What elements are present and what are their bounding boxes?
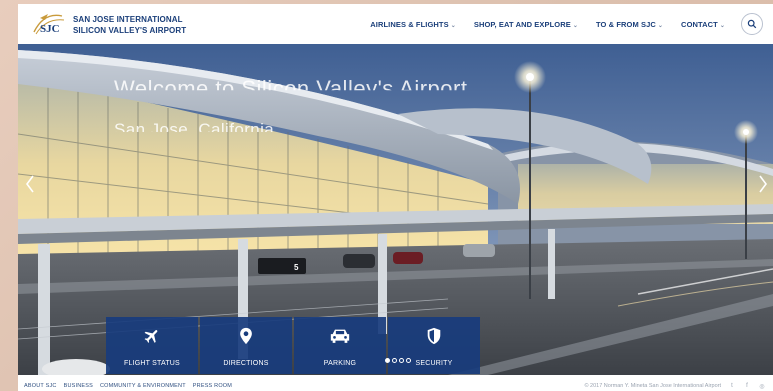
sjc-logo[interactable]: SJC [30,10,70,38]
site-footer: ABOUT SJC BUSINESS COMMUNITY & ENVIRONME… [18,375,773,391]
airport-name-line1: SAN JOSE INTERNATIONAL [73,15,183,24]
logo-letters: SJC [40,23,60,35]
airport-name[interactable]: SAN JOSE INTERNATIONAL SILICON VALLEY'S … [73,14,186,36]
map-pin-icon [240,327,252,345]
chevron-down-icon: ⌄ [657,22,664,29]
slider-dot[interactable] [392,358,397,363]
bus-sign-number: 5 [294,263,299,272]
page-frame: SJC SAN JOSE INTERNATIONAL SILICON VALLE… [18,4,773,391]
car-icon [330,329,350,343]
nav-label: TO & FROM SJC [595,19,656,29]
footer-link-community[interactable]: COMMUNITY & ENVIRONMENT [100,383,186,389]
twitter-icon[interactable]: t [727,381,737,391]
chevron-down-icon: ⌄ [572,22,578,29]
footer-link-business[interactable]: BUSINESS [64,383,93,389]
nav-label: AIRLINES & FLIGHTS [370,19,449,29]
facebook-icon[interactable]: f [742,381,752,391]
social-links: t f ◎ [727,381,767,391]
quick-link-label: SECURITY [415,360,453,367]
directions-button[interactable]: DIRECTIONS [200,317,292,374]
flight-status-button[interactable]: FLIGHT STATUS [106,317,198,374]
shield-icon [427,327,441,345]
slider-dot[interactable] [406,358,411,363]
chevron-right-icon [759,175,767,193]
chevron-down-icon: ⌄ [719,22,725,29]
hero-slider: 5 Welcome to Silicon Valley's Airport Sa… [18,44,773,375]
slider-pagination [385,358,411,363]
copyright-text: © 2017 Norman Y. Mineta San Jose Interna… [584,383,721,389]
quick-link-label: DIRECTIONS [223,360,269,367]
slider-prev-button[interactable] [22,172,38,196]
quick-links: FLIGHT STATUS DIRECTIONS PARKING SECURIT… [106,317,480,374]
footer-link-press[interactable]: PRESS ROOM [193,383,232,389]
nav-label: SHOP, EAT AND EXPLORE [473,19,571,29]
chevron-down-icon: ⌄ [450,22,456,29]
search-button[interactable] [741,13,763,35]
quick-link-label: FLIGHT STATUS [124,360,180,367]
nav-to-from-sjc[interactable]: TO & FROM SJC ⌄ [596,20,663,29]
quick-link-label: PARKING [323,360,357,367]
search-icon [747,19,757,29]
sjc-logo-mark: SJC [33,14,65,35]
site-header: SJC SAN JOSE INTERNATIONAL SILICON VALLE… [18,4,773,44]
instagram-icon[interactable]: ◎ [757,381,767,391]
plane-icon [144,330,158,343]
footer-links: ABOUT SJC BUSINESS COMMUNITY & ENVIRONME… [24,383,232,389]
nav-shop-eat-explore[interactable]: SHOP, EAT AND EXPLORE ⌄ [474,20,578,29]
nav-label: CONTACT [681,19,718,29]
parking-button[interactable]: PARKING [294,317,386,374]
slider-dot[interactable] [399,358,404,363]
nav-airlines-flights[interactable]: AIRLINES & FLIGHTS ⌄ [370,20,456,29]
nav-contact[interactable]: CONTACT ⌄ [681,20,725,29]
slider-next-button[interactable] [755,172,771,196]
security-button[interactable]: SECURITY [388,317,480,374]
main-nav: AIRLINES & FLIGHTS ⌄ SHOP, EAT AND EXPLOR… [370,4,725,44]
chevron-left-icon [26,175,34,193]
airport-name-line2: SILICON VALLEY'S AIRPORT [73,26,187,35]
footer-link-about[interactable]: ABOUT SJC [24,383,57,389]
slider-dot[interactable] [385,358,390,363]
